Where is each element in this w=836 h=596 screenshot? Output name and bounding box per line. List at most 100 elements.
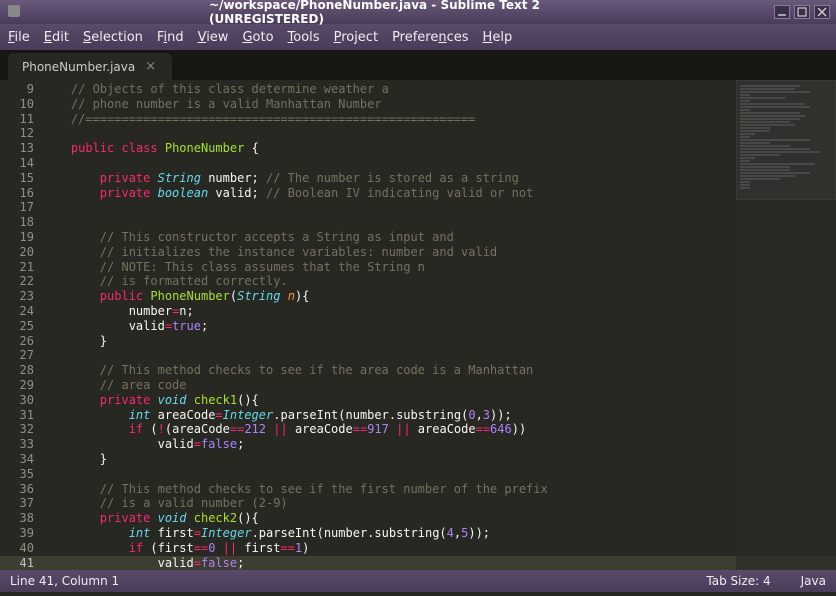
gutter-line: 32: [0, 422, 42, 437]
code-token: areaCode: [172, 422, 230, 436]
code-token: String: [158, 171, 201, 185]
code-token: private: [100, 393, 151, 407]
code-token: if: [129, 541, 143, 555]
gutter-line: 18: [0, 215, 42, 230]
code-token: valid: [129, 319, 165, 333]
status-language[interactable]: Java: [801, 574, 826, 588]
gutter-line: 26: [0, 334, 42, 349]
menu-preferences[interactable]: Preferences: [392, 30, 468, 45]
gutter-line: 20: [0, 245, 42, 260]
menu-project[interactable]: Project: [334, 30, 379, 45]
gutter-line: 36: [0, 482, 42, 497]
code-token: valid: [158, 556, 194, 570]
status-position[interactable]: Line 41, Column 1: [10, 574, 119, 588]
close-button[interactable]: [814, 5, 830, 19]
window-controls: [774, 5, 830, 19]
code-token: int: [129, 408, 151, 422]
menu-selection[interactable]: Selection: [83, 30, 143, 45]
code-token: // NOTE: This class assumes that the Str…: [100, 260, 425, 274]
code-token: areaCode: [150, 408, 215, 422]
gutter-line: 33: [0, 437, 42, 452]
menu-help[interactable]: Help: [483, 30, 513, 45]
gutter-line: 13: [0, 141, 42, 156]
gutter-line: 35: [0, 467, 42, 482]
tab-label: PhoneNumber.java: [22, 60, 135, 74]
gutter-line: 40: [0, 541, 42, 556]
gutter-line: 16: [0, 186, 42, 201]
code-token: first: [150, 526, 193, 540]
menu-edit[interactable]: Edit: [44, 30, 69, 45]
status-tab-size[interactable]: Tab Size: 4: [706, 574, 770, 588]
gutter-line: 37: [0, 496, 42, 511]
gutter-line: 11: [0, 112, 42, 127]
code-token: PhoneNumber: [150, 289, 229, 303]
code-token: boolean: [158, 186, 209, 200]
code-token: substring: [396, 408, 461, 422]
code-token: 3: [483, 408, 490, 422]
menu-file[interactable]: File: [8, 30, 30, 45]
code-token: number: [129, 304, 172, 318]
code-token: if: [129, 422, 143, 436]
code-token: n;: [179, 304, 193, 318]
code-token: int: [129, 526, 151, 540]
tab-close-icon[interactable]: ×: [145, 59, 156, 74]
gutter-line: 41: [0, 556, 42, 571]
code-line: //======================================…: [71, 112, 476, 126]
code-token: private: [100, 186, 151, 200]
code-line: // phone number is a valid Manhattan Num…: [71, 97, 382, 111]
code-token: // area code: [100, 378, 187, 392]
line-gutter: 9101112131415161718192021222324252627282…: [0, 80, 42, 570]
gutter-line: 22: [0, 274, 42, 289]
minimap-viewport[interactable]: [736, 80, 836, 200]
window-title: ~/workspace/PhoneNumber.java - Sublime T…: [209, 0, 627, 26]
code-token: check2: [194, 511, 237, 525]
gutter-line: 23: [0, 289, 42, 304]
code-token: String: [237, 289, 280, 303]
code-token: 4: [447, 526, 454, 540]
tab-file[interactable]: PhoneNumber.java ×: [8, 53, 172, 80]
status-bar: Line 41, Column 1 Tab Size: 4 Java: [0, 570, 836, 592]
code-token: true: [172, 319, 201, 333]
code-token: // Boolean IV indicating valid or not: [259, 186, 534, 200]
code-token: class: [122, 141, 158, 155]
gutter-line: 27: [0, 348, 42, 363]
code-token: parseInt: [259, 526, 317, 540]
gutter-line: 25: [0, 319, 42, 334]
gutter-line: 29: [0, 378, 42, 393]
code-token: 1: [295, 541, 302, 555]
code-token: number;: [201, 171, 259, 185]
gutter-line: 12: [0, 126, 42, 141]
code-token: check1: [194, 393, 237, 407]
code-token: void: [158, 511, 187, 525]
editor-area: 9101112131415161718192021222324252627282…: [0, 80, 836, 570]
code-token: // The number is stored as a string: [259, 171, 519, 185]
app-icon: [6, 3, 26, 22]
menu-view[interactable]: View: [198, 30, 229, 45]
code-token: 0: [468, 408, 475, 422]
code-token: first: [244, 541, 280, 555]
code-token: 917: [367, 422, 389, 436]
menu-find[interactable]: Find: [157, 30, 184, 45]
gutter-line: 9: [0, 82, 42, 97]
code-token: first: [158, 541, 194, 555]
maximize-button[interactable]: [794, 5, 810, 19]
menu-tools[interactable]: Tools: [288, 30, 320, 45]
code-token: areaCode: [418, 422, 476, 436]
minimize-button[interactable]: [774, 5, 790, 19]
code-token: // initializes the instance variables: n…: [100, 245, 497, 259]
gutter-line: 28: [0, 363, 42, 378]
gutter-line: 38: [0, 511, 42, 526]
gutter-line: 10: [0, 97, 42, 112]
code-token: // is a valid number (2-9): [100, 496, 288, 510]
code-token: 646: [490, 422, 512, 436]
code-token: areaCode: [295, 422, 353, 436]
gutter-line: 39: [0, 526, 42, 541]
code-token: false: [201, 556, 237, 570]
code-content[interactable]: // Objects of this class determine weath…: [42, 80, 836, 570]
menu-goto[interactable]: Goto: [242, 30, 273, 45]
gutter-line: 19: [0, 230, 42, 245]
minimap[interactable]: [736, 80, 836, 570]
code-token: valid: [158, 437, 194, 451]
gutter-line: 15: [0, 171, 42, 186]
code-token: n: [288, 289, 295, 303]
